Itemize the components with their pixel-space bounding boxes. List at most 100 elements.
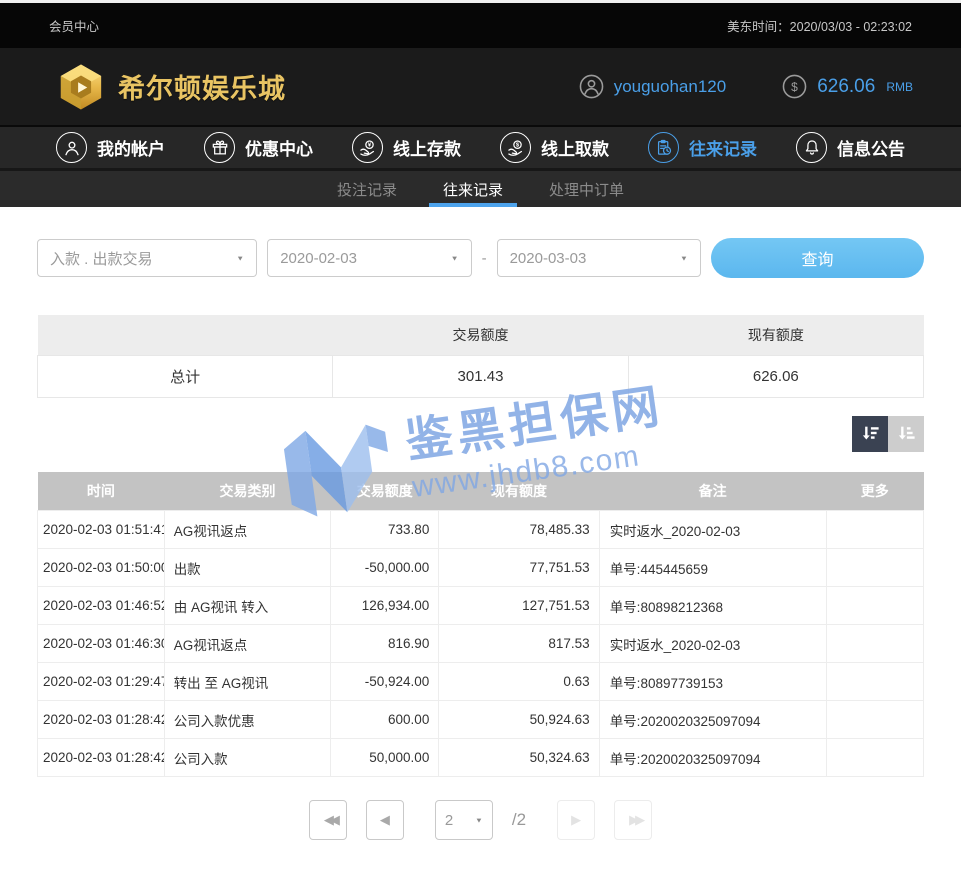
user-chip[interactable]: youguohan120	[579, 74, 727, 99]
cell-more	[826, 511, 924, 549]
table-row: 2020-02-03 01:29:47 转出 至 AG视讯 -50,924.00…	[38, 663, 924, 701]
nav-item-withdraw[interactable]: $ 线上取款	[500, 132, 609, 163]
table-row: 2020-02-03 01:28:42 公司入款 50,000.00 50,32…	[38, 739, 924, 777]
sort-descending-icon	[859, 423, 881, 445]
col-header-more: 更多	[826, 472, 924, 511]
total-pages-label: /2	[512, 810, 526, 830]
tab-processing-orders[interactable]: 处理中订单	[535, 171, 638, 207]
last-page-button[interactable]: ▶▶	[614, 800, 652, 840]
page-number-select[interactable]: 2 ▼	[435, 800, 493, 840]
cell-amount: 50,000.00	[331, 739, 439, 777]
cell-balance: 127,751.53	[439, 587, 599, 625]
sub-nav: 投注记录 往来记录 处理中订单	[0, 168, 961, 207]
cell-remark: 单号:445445659	[599, 549, 826, 587]
cell-more	[826, 663, 924, 701]
nav-item-transaction-records[interactable]: 往来记录	[648, 132, 757, 163]
cell-remark: 单号:80898212368	[599, 587, 826, 625]
table-row: 2020-02-03 01:50:00 出款 -50,000.00 77,751…	[38, 549, 924, 587]
next-page-button[interactable]: ▶	[557, 800, 595, 840]
cell-type: AG视讯返点	[164, 625, 331, 663]
currency-label: RMB	[886, 80, 913, 94]
filter-bar: 入款 . 出款交易 ▼ 2020-02-03 ▼ - 2020-03-03 ▼ …	[37, 238, 924, 278]
main-content: 入款 . 出款交易 ▼ 2020-02-03 ▼ - 2020-03-03 ▼ …	[0, 238, 961, 840]
cell-amount: -50,000.00	[331, 549, 439, 587]
withdraw-icon: $	[500, 132, 531, 163]
col-header-remark: 备注	[599, 472, 826, 511]
cell-more	[826, 739, 924, 777]
query-button[interactable]: 查询	[711, 238, 924, 278]
cell-amount: 816.90	[331, 625, 439, 663]
cell-time: 2020-02-03 01:51:41	[38, 511, 165, 549]
cell-amount: 733.80	[331, 511, 439, 549]
cell-balance: 817.53	[439, 625, 599, 663]
date-from-select[interactable]: 2020-02-03 ▼	[267, 239, 471, 277]
double-left-arrow-icon: ◀◀	[324, 812, 336, 828]
date-to-select[interactable]: 2020-03-03 ▼	[497, 239, 701, 277]
gold-cube-logo-icon	[57, 63, 105, 111]
col-header-amount: 交易额度	[331, 472, 439, 511]
balance-chip[interactable]: $ 626.06 RMB	[782, 74, 913, 99]
cell-balance: 50,324.63	[439, 739, 599, 777]
nav-label: 信息公告	[837, 135, 905, 160]
nav-item-my-account[interactable]: 我的帐户	[56, 132, 165, 163]
nav-item-announcements[interactable]: 信息公告	[796, 132, 905, 163]
col-header-time: 时间	[38, 472, 165, 511]
cell-remark: 单号:2020020325097094	[599, 701, 826, 739]
tab-transaction-records[interactable]: 往来记录	[429, 171, 517, 207]
bell-icon	[796, 132, 827, 163]
cell-type: 转出 至 AG视讯	[164, 663, 331, 701]
left-arrow-icon: ◀	[380, 812, 390, 828]
cell-remark: 单号:2020020325097094	[599, 739, 826, 777]
cell-balance: 78,485.33	[439, 511, 599, 549]
table-row: 2020-02-03 01:46:52 由 AG视讯 转入 126,934.00…	[38, 587, 924, 625]
site-header: 希尔顿娱乐城 youguohan120 $ 626.06 RMB	[0, 48, 961, 125]
records-table: 时间 交易类别 交易额度 现有额度 备注 更多 2020-02-03 01:51…	[37, 472, 924, 778]
member-center-label: 会员中心	[49, 16, 99, 35]
brand-name: 希尔顿娱乐城	[118, 67, 286, 106]
cell-balance: 0.63	[439, 663, 599, 701]
nav-label: 线上存款	[393, 135, 461, 160]
cell-remark: 实时返水_2020-02-03	[599, 625, 826, 663]
server-time: 美东时间：2020/03/03 - 02:23:02	[727, 16, 912, 35]
cell-time: 2020-02-03 01:29:47	[38, 663, 165, 701]
summary-total-amount: 301.43	[333, 355, 628, 397]
sort-descending-button[interactable]	[852, 416, 888, 452]
cell-time: 2020-02-03 01:46:30	[38, 625, 165, 663]
records-header-row: 时间 交易类别 交易额度 现有额度 备注 更多	[38, 472, 924, 511]
cell-type: AG视讯返点	[164, 511, 331, 549]
cell-balance: 50,924.63	[439, 701, 599, 739]
first-page-button[interactable]: ◀◀	[309, 800, 347, 840]
double-right-arrow-icon: ▶▶	[629, 812, 641, 828]
nav-item-promotions[interactable]: 优惠中心	[204, 132, 313, 163]
nav-label: 线上取款	[541, 135, 609, 160]
main-nav: 我的帐户 优惠中心 ¥ 线上存款 $	[0, 125, 961, 168]
date-range-separator: -	[482, 250, 487, 267]
chevron-down-icon: ▼	[236, 254, 244, 262]
transaction-type-select[interactable]: 入款 . 出款交易 ▼	[37, 239, 257, 277]
cell-more	[826, 625, 924, 663]
summary-total-row: 总计 301.43 626.06	[38, 355, 924, 397]
chevron-down-icon: ▼	[451, 254, 459, 262]
tab-betting-records[interactable]: 投注记录	[323, 171, 411, 207]
cell-balance: 77,751.53	[439, 549, 599, 587]
tab-label: 往来记录	[443, 179, 503, 200]
account-icon	[56, 132, 87, 163]
cell-remark: 实时返水_2020-02-03	[599, 511, 826, 549]
previous-page-button[interactable]: ◀	[366, 800, 404, 840]
meta-bar: 会员中心 美东时间：2020/03/03 - 02:23:02	[0, 3, 961, 48]
sort-toolbar	[37, 416, 924, 452]
cell-more	[826, 549, 924, 587]
date-to-value: 2020-03-03	[510, 250, 587, 267]
nav-item-deposit[interactable]: ¥ 线上存款	[352, 132, 461, 163]
table-row: 2020-02-03 01:46:30 AG视讯返点 816.90 817.53…	[38, 625, 924, 663]
col-header-type: 交易类别	[164, 472, 331, 511]
cell-remark: 单号:80897739153	[599, 663, 826, 701]
nav-label: 往来记录	[689, 135, 757, 160]
sort-ascending-button[interactable]	[888, 416, 924, 452]
records-icon	[648, 132, 679, 163]
summary-header-empty	[38, 315, 333, 355]
tab-label: 投注记录	[337, 179, 397, 200]
site-logo[interactable]: 希尔顿娱乐城	[57, 63, 286, 111]
summary-total-balance: 626.06	[628, 355, 923, 397]
header-account-area: youguohan120 $ 626.06 RMB	[579, 74, 913, 99]
